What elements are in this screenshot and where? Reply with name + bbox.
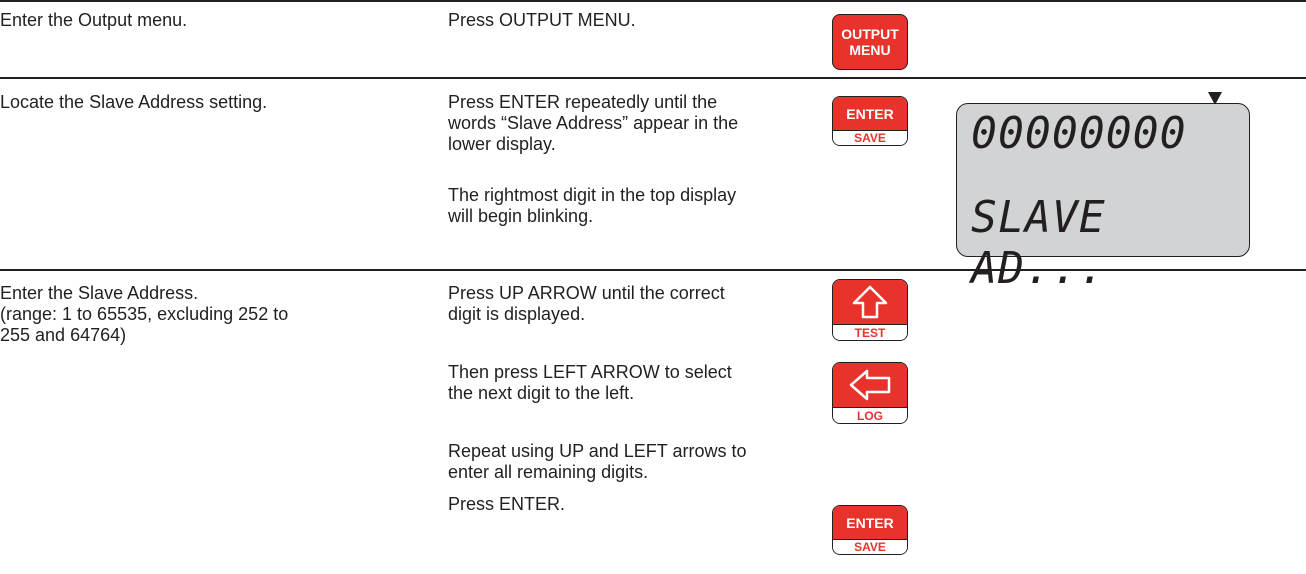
action-text: Then press LEFT ARROW to select the next… [448,362,732,404]
enter-save-key[interactable]: ENTER SAVE [832,505,908,555]
action-line: enter all remaining digits. [448,462,649,482]
action-line: Repeat using UP and LEFT arrows to [448,441,747,461]
key-top [833,363,907,407]
action-text: Press UP ARROW until the correct digit i… [448,283,725,325]
output-menu-key[interactable]: OUTPUT MENU [832,14,908,70]
key-bottom-label: TEST [833,324,907,340]
note-line: will begin blinking. [448,206,594,226]
action-line: Press UP ARROW until the correct [448,283,725,303]
step-text: Enter the Output menu. [0,10,187,31]
key-top-label: ENTER [833,506,907,539]
action-line: digit is displayed. [448,304,586,324]
step-line: Enter the Slave Address. [0,283,199,303]
step-line: Enter the Output menu. [0,10,188,30]
up-arrow-icon [852,285,888,319]
step-line: (range: 1 to 65535, excluding 252 to [0,304,289,324]
action-line: the next digit to the left. [448,383,635,403]
key-bottom-label: LOG [833,407,907,423]
lcd-bottom-line: SLAVE AD... [971,192,1106,294]
top-rule [0,0,1306,2]
note-text: The rightmost digit in the top display w… [448,185,736,227]
left-arrow-log-key[interactable]: LOG [832,362,908,424]
key-bottom-label: SAVE [833,539,907,554]
left-arrow-icon [849,369,891,401]
note-line: The rightmost digit in the top display [448,185,737,205]
row-divider-1 [0,77,1306,79]
step-line: 255 and 64764) [0,325,127,345]
up-arrow-test-key[interactable]: TEST [832,279,908,341]
action-line: Press ENTER repeatedly until the [448,92,718,112]
key-label-line: MENU [849,42,891,58]
action-line: Press OUTPUT MENU. [448,10,636,30]
action-text: Press ENTER repeatedly until the words “… [448,92,738,155]
key-bottom-label: SAVE [833,130,907,145]
action-text: Press OUTPUT MENU. [448,10,636,31]
key-label-line: OUTPUT [841,26,899,42]
action-line: words “Slave Address” appear in the [448,113,739,133]
step-text: Locate the Slave Address setting. [0,92,267,113]
action-line: Press ENTER. [448,494,566,514]
lcd-display: 00000000 SLAVE AD... [956,103,1250,294]
lcd-top-line: 00000000 [971,108,1187,159]
step-text: Enter the Slave Address. (range: 1 to 65… [0,283,288,346]
step-line: Locate the Slave Address setting. [0,92,268,112]
key-top [833,280,907,324]
action-text: Repeat using UP and LEFT arrows to enter… [448,441,747,483]
enter-save-key[interactable]: ENTER SAVE [832,96,908,146]
key-top-label: ENTER [833,97,907,130]
action-line: lower display. [448,134,556,154]
action-line: Then press LEFT ARROW to select [448,362,732,382]
action-text: Press ENTER. [448,494,565,515]
